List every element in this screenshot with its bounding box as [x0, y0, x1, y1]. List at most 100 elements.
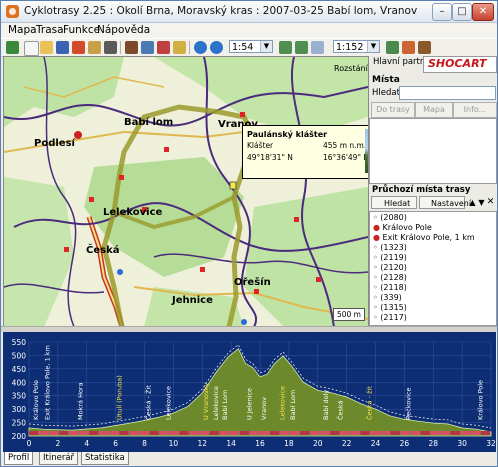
places-list[interactable]: [369, 118, 497, 184]
help-book-icon[interactable]: [418, 41, 431, 54]
elevation-profile: 550 500 450 400 350 300 250 200 0 2 4 6 8 10 12 14 16 18 2…: [3, 332, 496, 452]
surface-segment: [229, 431, 239, 435]
y-tick-label: 400: [12, 378, 27, 387]
layers-icon[interactable]: [402, 41, 415, 54]
surface-segment: [440, 431, 450, 435]
move-up-icon[interactable]: ▲: [468, 196, 477, 209]
place-label: Jehnice: [172, 295, 213, 306]
toolbar-separator: [120, 41, 121, 54]
waypoint-label: Útulí (Poruba): [115, 375, 124, 420]
x-tick-label: 22: [342, 439, 352, 448]
new-file-icon[interactable]: [24, 41, 39, 56]
surface-segment: [260, 431, 270, 435]
open-folder-icon[interactable]: [40, 41, 53, 54]
surface-segment: [280, 431, 290, 435]
surface-segment: [380, 431, 390, 435]
import-icon[interactable]: [72, 41, 85, 54]
waypoint-label: Lelekovice: [212, 386, 220, 420]
x-tick-label: 24: [371, 439, 381, 448]
minimize-button[interactable]: –: [432, 3, 452, 21]
window-title: Cyklotrasy 2.25 : Okolí Brna, Moravský k…: [24, 5, 418, 17]
surface-segment: [340, 431, 350, 435]
partner-logo-box[interactable]: SHOCART: [423, 56, 497, 73]
zoom-out-icon[interactable]: [295, 41, 308, 54]
ruler-icon[interactable]: [173, 41, 186, 54]
refresh-icon[interactable]: [210, 41, 223, 54]
list-item-label: (1315): [380, 303, 407, 312]
scale-select[interactable]: 1:152 000 ▼: [333, 40, 380, 66]
menu-napoveda[interactable]: Nápověda: [97, 24, 150, 36]
place-label: Rozstání: [334, 64, 368, 73]
surface-segment: [29, 431, 39, 435]
info-button[interactable]: Info...: [453, 102, 497, 118]
map-view[interactable]: Babí lom Podlesí Vranov Lelekovice Česká…: [3, 56, 369, 328]
zoom-in-icon[interactable]: [279, 41, 292, 54]
x-tick-label: 2: [55, 439, 60, 448]
y-tick-label: 200: [12, 432, 27, 441]
back-icon[interactable]: [194, 41, 207, 54]
surface-segment: [39, 431, 49, 435]
zoom-select[interactable]: 1:54 000 ▼: [229, 40, 273, 66]
waypoint-label: Královo Pole: [476, 380, 484, 420]
route-search-button[interactable]: Hledat: [371, 196, 417, 209]
chevron-down-icon[interactable]: ▼: [367, 41, 379, 52]
open-map-icon[interactable]: [6, 41, 19, 54]
surface-segment: [199, 431, 209, 435]
x-tick-label: 20: [313, 439, 323, 448]
tooltip-lon: 16°36'49" E: [323, 153, 369, 162]
route-points-title: Průchozí místa trasy: [372, 185, 471, 195]
surface-segment: [249, 431, 259, 435]
list-item-label: (2120): [380, 263, 407, 272]
surface-segment: [300, 431, 310, 435]
list-item[interactable]: ◦ (2117): [373, 312, 407, 323]
places-search-input[interactable]: [399, 86, 496, 100]
maximize-button[interactable]: □: [452, 3, 472, 21]
waypoint-label: Královo Pole: [32, 380, 40, 420]
delete-icon[interactable]: ✕: [486, 196, 495, 209]
tab-itinerar[interactable]: Itinerář: [39, 452, 79, 465]
menu-mapa[interactable]: Mapa: [8, 24, 37, 36]
overview-icon[interactable]: [386, 41, 399, 54]
map-canvas: [4, 57, 368, 327]
grid-icon[interactable]: [141, 41, 154, 54]
surface-segment: [59, 431, 69, 435]
show-on-map-button[interactable]: Mapa: [415, 102, 453, 118]
route-settings-label: Nastavení: [431, 199, 472, 208]
x-tick-label: 16: [255, 439, 265, 448]
chevron-down-icon[interactable]: ▼: [260, 41, 272, 52]
tooltip-lat: 49°18'31" N: [247, 153, 293, 162]
move-down-icon[interactable]: ▼: [477, 196, 486, 209]
menu-trasa[interactable]: Trasa: [36, 24, 64, 36]
add-to-route-label: Do trasy: [376, 105, 410, 114]
add-to-route-button[interactable]: Do trasy: [371, 102, 415, 118]
x-tick-label: 30: [457, 439, 467, 448]
water-point: [241, 319, 247, 325]
x-tick-label: 10: [169, 439, 179, 448]
y-tick-label: 350: [12, 392, 27, 401]
tooltip-type: Klášter: [247, 141, 274, 150]
route-settings-button[interactable]: Nastavení: [419, 196, 471, 209]
close-button[interactable]: ✕: [472, 3, 494, 21]
list-item-label: (2118): [380, 283, 407, 292]
tab-profil[interactable]: Profil: [4, 452, 34, 465]
route-icon[interactable]: [157, 41, 170, 54]
surface-segment: [370, 431, 380, 435]
list-item-label: (339): [380, 293, 402, 302]
y-tick-label: 550: [12, 338, 27, 347]
info-label: Info...: [463, 105, 487, 114]
route-points-list[interactable]: ◦ (2080) ● Královo Pole ● Exit Královo P…: [369, 211, 497, 326]
surface-segment: [470, 431, 480, 435]
place-label: Lelekovice: [103, 207, 163, 218]
toolbar: 1:54 000 ▼ 1:152 000 ▼: [1, 38, 497, 66]
surface-segment: [179, 431, 189, 435]
tab-statistika[interactable]: Statistika: [81, 452, 129, 465]
book-icon[interactable]: [125, 41, 138, 54]
fit-icon[interactable]: [311, 41, 324, 54]
print-icon[interactable]: [104, 41, 117, 54]
waypoint-label: Česká - žit: [364, 386, 373, 420]
x-tick-label: 26: [400, 439, 410, 448]
export-icon[interactable]: [88, 41, 101, 54]
menu-funkce[interactable]: Funkce: [63, 24, 100, 36]
save-icon[interactable]: [56, 41, 69, 54]
surface-segment: [450, 431, 460, 435]
